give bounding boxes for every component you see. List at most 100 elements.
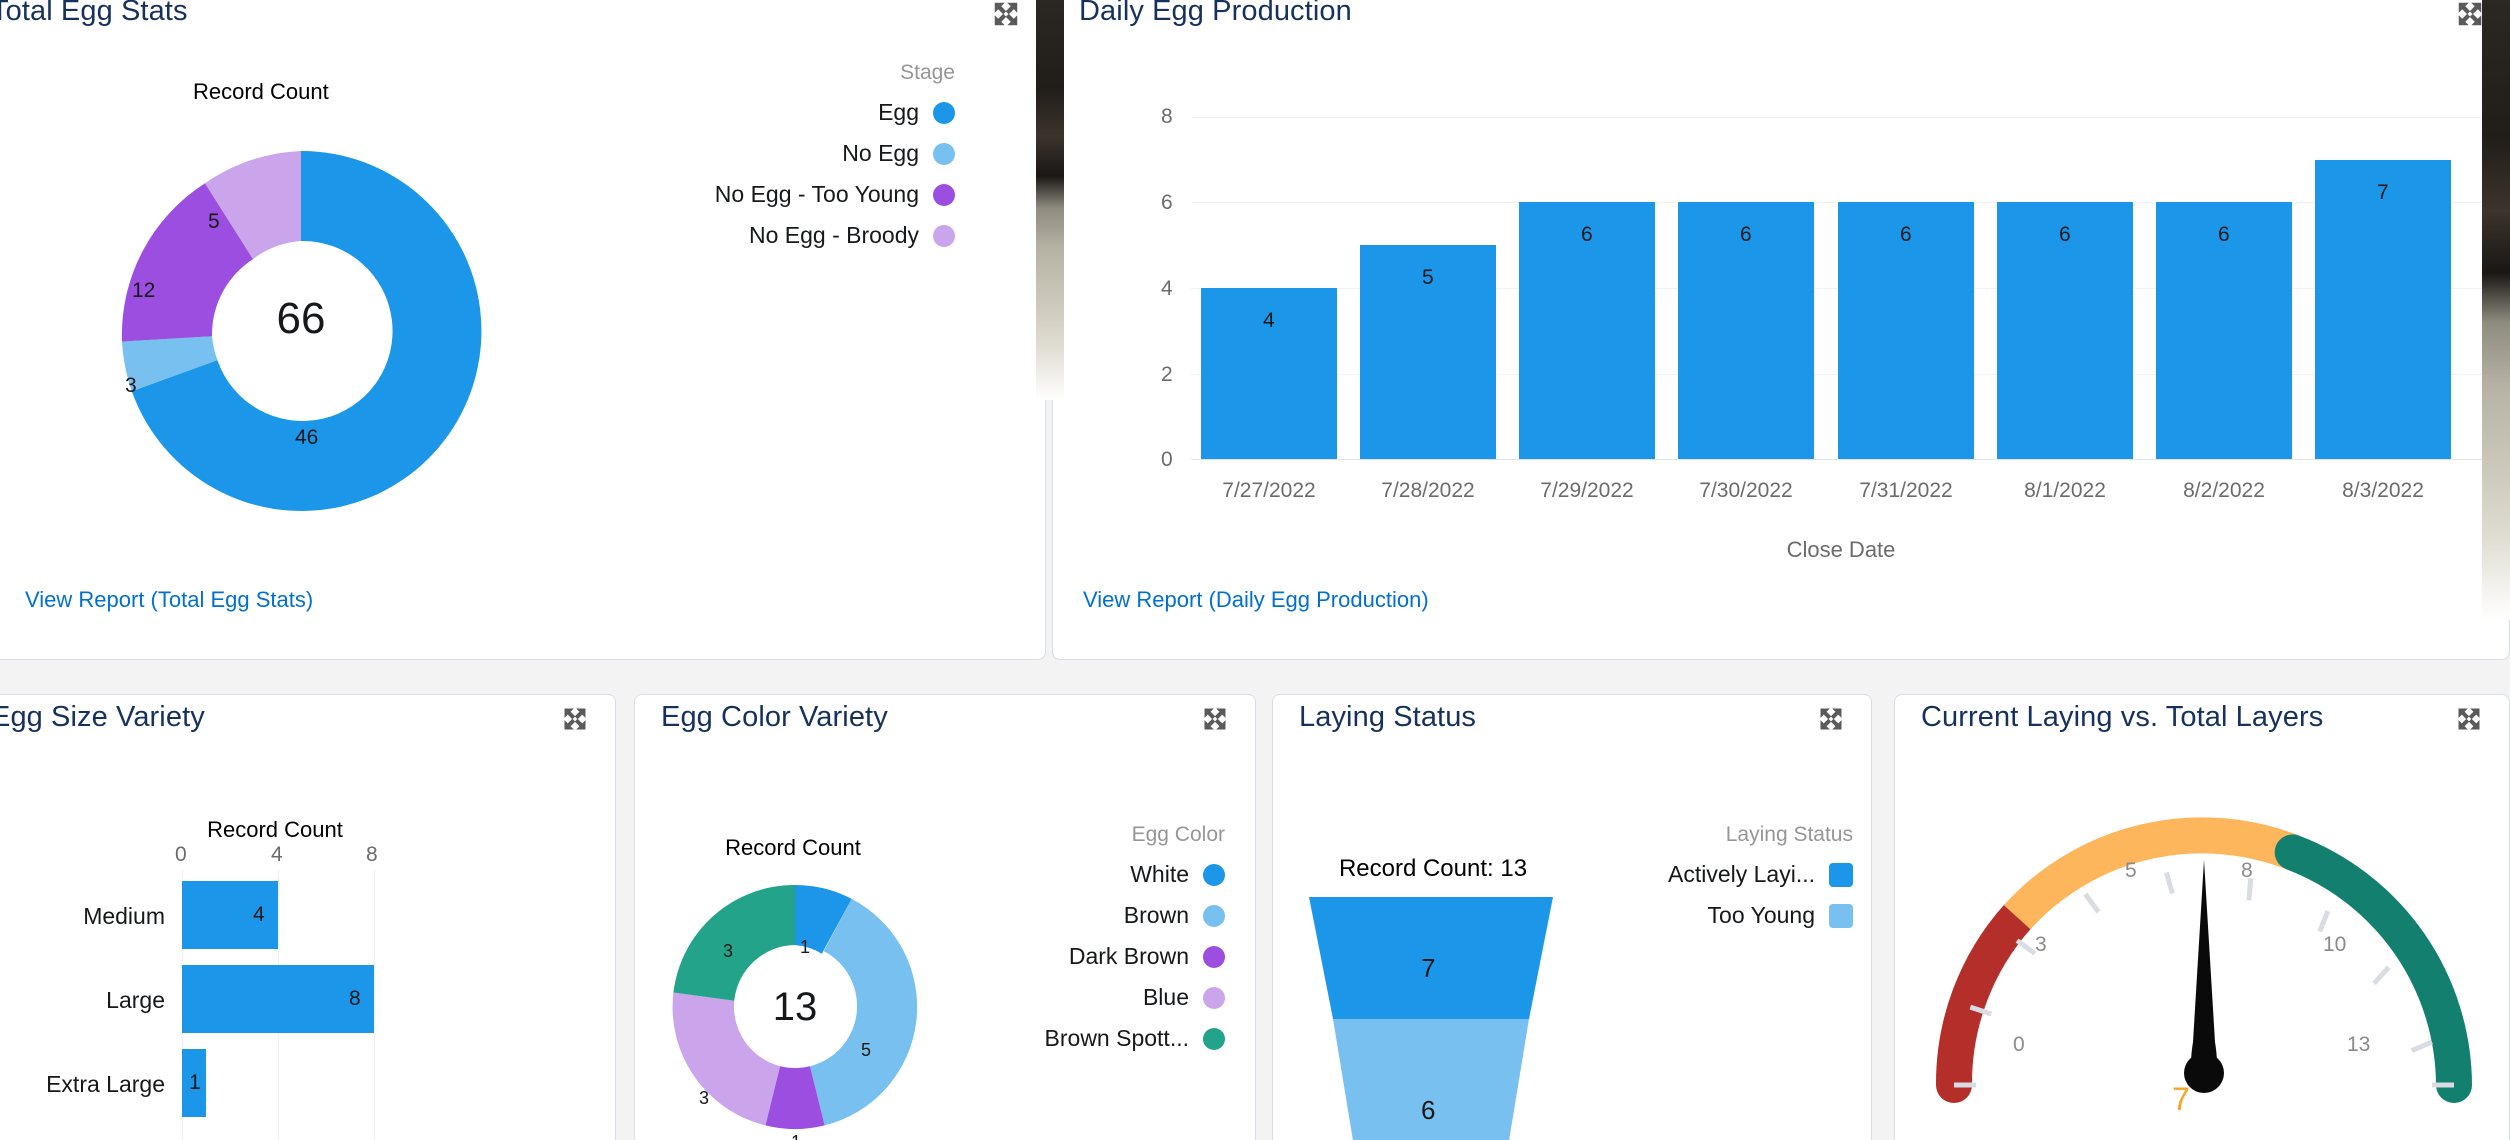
expand-icon[interactable] <box>561 705 591 735</box>
legend-title-egg-color: Egg Color <box>1131 823 1225 846</box>
gauge-tick-8: 8 <box>2241 859 2253 882</box>
bar-value-medium: 4 <box>253 903 265 926</box>
gridline-8 <box>1191 117 2491 118</box>
expand-icon[interactable] <box>991 0 1021 29</box>
card-daily-egg-production: Daily Egg Production Record Count 8 6 4 … <box>1052 0 2510 660</box>
legend-label-too-young: Too Young <box>1707 902 1815 928</box>
legend-swatch-egg-icon <box>933 101 955 124</box>
chart-title-record-count: Record Count <box>207 817 343 842</box>
slice-label-brown: 5 <box>861 1040 872 1060</box>
legend-swatch-no-egg-icon <box>933 142 955 165</box>
card-title-laying-status: Laying Status <box>1299 701 1477 733</box>
y-tick-4: 4 <box>1161 277 1173 300</box>
card-laying-status: Laying Status Record Count: 13 7 6 Layin… <box>1272 694 1872 1140</box>
legend-swatch-dark-brown-icon <box>1203 945 1225 968</box>
y-tick-0: 0 <box>1161 448 1173 471</box>
legend-laying-status: Laying Status Actively Layi... Too Young <box>1583 823 1853 929</box>
gauge-tick-5: 5 <box>2125 859 2137 882</box>
view-report-total-egg-stats-link[interactable]: View Report (Total Egg Stats) <box>25 587 313 613</box>
legend-item-no-egg-broody[interactable]: No Egg - Broody <box>605 222 955 249</box>
funnel-value-too-young: 6 <box>1421 1095 1436 1125</box>
legend-item-white[interactable]: White <box>935 861 1225 888</box>
legend-item-no-egg[interactable]: No Egg <box>605 140 955 167</box>
legend-swatch-blue-icon <box>1203 986 1225 1009</box>
card-title-daily-egg-production: Daily Egg Production <box>1079 0 1352 27</box>
legend-swatch-too-young-icon <box>1829 903 1853 928</box>
legend-item-brown-spotted[interactable]: Brown Spott... <box>935 1025 1225 1052</box>
legend-item-dark-brown[interactable]: Dark Brown <box>935 943 1225 970</box>
card-total-egg-stats: Total Egg Stats Record Count 66 46 3 12 … <box>0 0 1046 660</box>
legend-label-egg: Egg <box>878 99 919 125</box>
x-tick-8: 8 <box>366 843 378 866</box>
slice-label-egg: 46 <box>295 426 319 449</box>
gauge-current-laying <box>1935 817 2472 1103</box>
bar-value-2022-07-28: 5 <box>1422 266 1434 289</box>
x-tick-2022-08-01: 8/1/2022 <box>2024 479 2106 502</box>
legend-label-dark-brown: Dark Brown <box>1068 943 1189 969</box>
legend-title-laying-status: Laying Status <box>1725 823 1853 846</box>
bar-value-2022-07-31: 6 <box>1900 223 1912 246</box>
legend-item-no-egg-too-young[interactable]: No Egg - Too Young <box>605 181 955 208</box>
bar-value-large: 8 <box>349 987 361 1010</box>
bar-large[interactable] <box>182 965 374 1033</box>
y-tick-large: Large <box>106 987 165 1013</box>
slice-label-dark-brown: 1 <box>791 1132 801 1140</box>
y-tick-medium: Medium <box>83 903 165 929</box>
vgridline-8 <box>374 870 375 1140</box>
legend-item-brown[interactable]: Brown <box>935 902 1225 929</box>
legend-title-stage: Stage <box>900 61 955 84</box>
bar-value-2022-08-03: 7 <box>2377 181 2389 204</box>
legend-swatch-broody-icon <box>933 224 955 247</box>
bar-value-2022-07-27: 4 <box>1263 309 1275 332</box>
view-report-daily-egg-production-link[interactable]: View Report (Daily Egg Production) <box>1083 587 1429 613</box>
legend-item-egg[interactable]: Egg <box>605 99 955 126</box>
donut-center-value: 66 <box>276 294 326 343</box>
x-tick-2022-08-03: 8/3/2022 <box>2342 479 2424 502</box>
chart-title-record-count: Record Count: 13 <box>1338 855 1528 882</box>
chart-title-record-count: Record Count <box>725 835 861 860</box>
bar-value-2022-07-30: 6 <box>1740 223 1752 246</box>
legend-item-actively-laying[interactable]: Actively Layi... <box>1583 861 1853 888</box>
card-title-total-egg-stats: Total Egg Stats <box>0 0 188 27</box>
x-axis-label-close-date: Close Date <box>1786 537 1896 562</box>
slice-label-white: 1 <box>800 937 811 957</box>
legend-label-blue: Blue <box>1142 984 1189 1010</box>
legend-egg-color: Egg Color White Brown Dark Brown Blue Br… <box>935 823 1225 1052</box>
y-tick-8: 8 <box>1161 105 1173 128</box>
x-tick-2022-07-28: 7/28/2022 <box>1381 479 1475 502</box>
card-title-current-laying: Current Laying vs. Total Layers <box>1921 701 2324 733</box>
legend-label-brown: Brown <box>1123 902 1189 928</box>
y-tick-2: 2 <box>1161 363 1173 386</box>
legend-item-too-young[interactable]: Too Young <box>1583 902 1853 929</box>
funnel-value-actively-laying: 7 <box>1421 953 1436 983</box>
x-tick-2022-07-31: 7/31/2022 <box>1859 479 1953 502</box>
dashboard: Total Egg Stats Record Count 66 46 3 12 … <box>0 0 2510 1140</box>
legend-label-brown-spotted: Brown Spott... <box>1044 1025 1189 1051</box>
slice-label-no-egg: 3 <box>125 374 137 397</box>
x-tick-4: 4 <box>271 843 283 866</box>
x-tick-0: 0 <box>175 843 187 866</box>
y-tick-extra-large: Extra Large <box>46 1071 165 1097</box>
legend-item-blue[interactable]: Blue <box>935 984 1225 1011</box>
expand-icon[interactable] <box>2455 0 2485 29</box>
legend-swatch-too-young-icon <box>933 183 955 206</box>
legend-swatch-white-icon <box>1203 863 1225 886</box>
slice-label-blue: 3 <box>699 1088 710 1108</box>
bar-value-2022-07-29: 6 <box>1581 223 1593 246</box>
legend-label-no-egg: No Egg <box>842 140 919 166</box>
legend-swatch-actively-laying-icon <box>1829 862 1853 887</box>
slice-label-brown-spotted: 3 <box>723 941 734 961</box>
expand-icon[interactable] <box>2455 705 2485 735</box>
gauge-tick-0: 0 <box>2013 1033 2025 1056</box>
gauge-needle <box>2191 860 2217 1087</box>
gauge-tick-10: 10 <box>2323 933 2347 956</box>
expand-icon[interactable] <box>1201 705 1231 735</box>
legend-stage: Stage Egg No Egg No Egg - Too Young No E… <box>605 61 955 249</box>
card-title-egg-size-variety: Egg Size Variety <box>0 701 205 733</box>
expand-icon[interactable] <box>1817 705 1847 735</box>
content-strip-right <box>2482 0 2510 620</box>
x-tick-2022-07-30: 7/30/2022 <box>1699 479 1793 502</box>
legend-label-no-egg-broody: No Egg - Broody <box>748 222 919 248</box>
gauge-value-label: 7 <box>2172 1081 2190 1117</box>
gauge-tick-3: 3 <box>2035 933 2047 956</box>
